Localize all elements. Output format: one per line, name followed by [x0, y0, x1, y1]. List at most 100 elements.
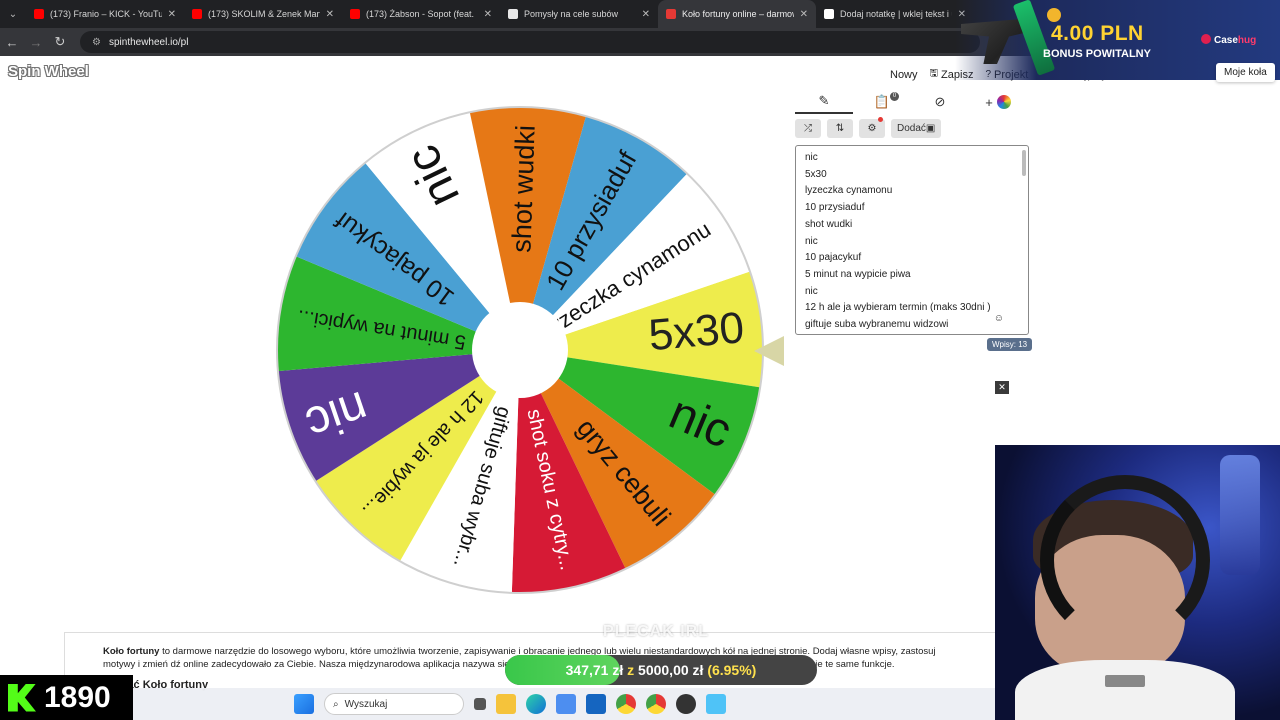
entry-line[interactable]: 5x30	[805, 169, 827, 180]
wheel-segment-label: shot wudki	[506, 125, 540, 254]
description-title: Koło fortuny	[103, 646, 160, 657]
tab-title: (173) Żabson - Sopot (feat.	[366, 9, 475, 19]
my-wheels-button[interactable]: Moje koła	[1216, 63, 1275, 82]
image-icon: ▣	[925, 123, 936, 134]
browser-tab[interactable]: Pomysły na cele subów ✕	[500, 0, 658, 28]
settings-icon: ⚙	[867, 123, 877, 134]
forward-icon[interactable]: →	[24, 35, 48, 50]
browser-tab[interactable]: (173) SKOLIM & Zenek Martyn ✕	[184, 0, 342, 28]
tab-hide[interactable]: ⊘	[911, 90, 969, 114]
add-image-button[interactable]: Dodać ▣	[891, 119, 942, 138]
close-tab-icon[interactable]: ✕	[326, 9, 334, 20]
tab-favicon-icon	[666, 9, 676, 19]
browser-tab[interactable]: Koło fortuny online – darmowe ✕	[658, 0, 816, 28]
goal-target: 5000,00 zł	[638, 662, 704, 678]
donation-goal-text: 347,71 zł z 5000,00 zł (6.95%)	[505, 662, 817, 678]
tab-favicon-icon	[508, 9, 518, 19]
wheel-graphic[interactable]: 5x30nicgryz cebulishot soku z cytry...gi…	[275, 105, 765, 595]
url-text: spinthewheel.io/pl	[108, 36, 189, 48]
pencil-icon: ✎	[818, 93, 830, 108]
entry-line[interactable]: giftuje suba wybranemu widzowi	[805, 319, 948, 330]
sort-icon: ⇅	[835, 123, 845, 134]
file-explorer-icon[interactable]	[496, 694, 516, 714]
brand-dot-icon	[1201, 34, 1211, 44]
windows-start-icon[interactable]	[294, 694, 314, 714]
chrome-icon[interactable]	[616, 694, 636, 714]
close-tab-icon[interactable]: ✕	[484, 9, 492, 20]
ad-bonus-text: BONUS POWITALNY	[1043, 48, 1151, 60]
panel-toolbar: ⤮ ⇅ ⚙ Dodać ▣	[795, 117, 942, 138]
taskbar-search-label: Wyszukaj	[344, 698, 388, 710]
nav-icon: 🖫	[929, 68, 939, 79]
goal-percent: (6.95%)	[707, 662, 757, 678]
shirt-logo	[1105, 675, 1145, 687]
site-logo[interactable]: Spin Wheel	[8, 63, 89, 80]
site-info-icon[interactable]: ⚙	[92, 37, 101, 48]
shuffle-icon: ⤮	[804, 123, 812, 134]
color-wheel-icon	[996, 95, 1011, 109]
entries-textarea[interactable]: ☺ nic 5x30 lyzeczka cynamonu 10 przysiaduf s…	[795, 145, 1029, 335]
entry-line[interactable]: 12 h ale ja wybieram termin (maks 30dni …	[805, 302, 991, 313]
tab-edit[interactable]: ✎	[795, 90, 853, 114]
browser-tab[interactable]: (173) Franio – KICK - YouTube ✕	[26, 0, 184, 28]
entries-scrollbar[interactable]	[1022, 150, 1026, 176]
task-view-icon[interactable]	[474, 698, 486, 710]
stream-watermark: PLECAK IRL	[603, 623, 709, 640]
tab-results[interactable]: 📋 0	[853, 90, 911, 114]
tab-title: Koło fortuny online – darmowe	[682, 9, 794, 19]
close-tab-icon[interactable]: ✕	[168, 9, 176, 20]
nav-nowy[interactable]: Nowy	[890, 66, 918, 83]
chrome-profile-icon[interactable]	[646, 694, 666, 714]
results-count-badge: 0	[890, 92, 899, 101]
eye-off-icon: ⊘	[934, 94, 946, 109]
tab-theme[interactable]: +	[969, 90, 1027, 114]
tab-search-icon[interactable]: ⌄	[0, 0, 26, 28]
wheel-center[interactable]	[472, 302, 568, 398]
entry-line[interactable]: 10 pajacykuf	[805, 252, 861, 263]
back-icon[interactable]: ←	[0, 35, 24, 50]
entry-line[interactable]: nic	[805, 152, 818, 163]
goal-separator: z	[627, 662, 635, 678]
emoji-icon[interactable]: ☺	[994, 313, 1004, 324]
tab-title: (173) SKOLIM & Zenek Martyn	[208, 9, 320, 19]
ad-brand-a: Case	[1214, 35, 1238, 46]
tab-title: Pomysły na cele subów	[524, 9, 619, 19]
close-tab-icon[interactable]: ✕	[800, 9, 808, 20]
background-light	[1220, 455, 1260, 575]
entries-count-badge: Wpisy: 13	[987, 338, 1033, 351]
entry-line[interactable]: 10 przysiaduf	[805, 202, 864, 213]
wheel[interactable]: 5x30 nic gryz cebuli shot soku z cytry... gi…	[275, 105, 765, 595]
browser-tab[interactable]: (173) Żabson - Sopot (feat. ✕	[342, 0, 500, 28]
ad-brand-b: hug	[1237, 35, 1257, 46]
tab-favicon-icon	[192, 9, 202, 19]
edge-icon[interactable]	[526, 694, 546, 714]
tab-favicon-icon	[34, 9, 44, 19]
taskbar-search[interactable]: ⌕ Wyszukaj	[324, 693, 464, 715]
panel-tabs: ✎ 📋 0 ⊘ +	[795, 90, 1027, 114]
wheel-pointer	[754, 336, 784, 366]
obs-icon[interactable]	[676, 694, 696, 714]
viewer-count: 1890	[44, 680, 111, 714]
close-tab-icon[interactable]: ✕	[642, 9, 650, 20]
entry-line[interactable]: lyzeczka cynamonu	[805, 185, 892, 196]
settings-button[interactable]: ⚙	[859, 117, 885, 138]
headphones	[1040, 475, 1210, 645]
windows-taskbar: ⌕ Wyszukaj	[0, 688, 1000, 720]
store-icon[interactable]	[556, 694, 576, 714]
entry-line[interactable]: nic	[805, 286, 818, 297]
shuffle-button[interactable]: ⤮	[795, 119, 821, 138]
close-ad-button[interactable]: ✕	[995, 381, 1009, 394]
entry-line[interactable]: 5 minut na wypicie piwa	[805, 269, 911, 280]
browser-tab[interactable]: Dodaj notatkę | wklej tekst i ud✕	[816, 0, 974, 28]
outlook-icon[interactable]	[586, 694, 606, 714]
notepad-icon[interactable]	[706, 694, 726, 714]
reload-icon[interactable]: ↻	[48, 34, 72, 50]
tab-title: (173) Franio – KICK - YouTube	[50, 9, 162, 19]
streamer-shirt	[1015, 660, 1235, 720]
kick-viewer-counter: 1890	[0, 675, 133, 720]
entry-line[interactable]: nic	[805, 236, 818, 247]
url-field[interactable]: ⚙ spinthewheel.io/pl	[80, 31, 980, 53]
entry-line[interactable]: shot wudki	[805, 219, 852, 230]
sort-button[interactable]: ⇅	[827, 119, 853, 138]
donation-goal-bar: 347,71 zł z 5000,00 zł (6.95%)	[505, 655, 817, 685]
